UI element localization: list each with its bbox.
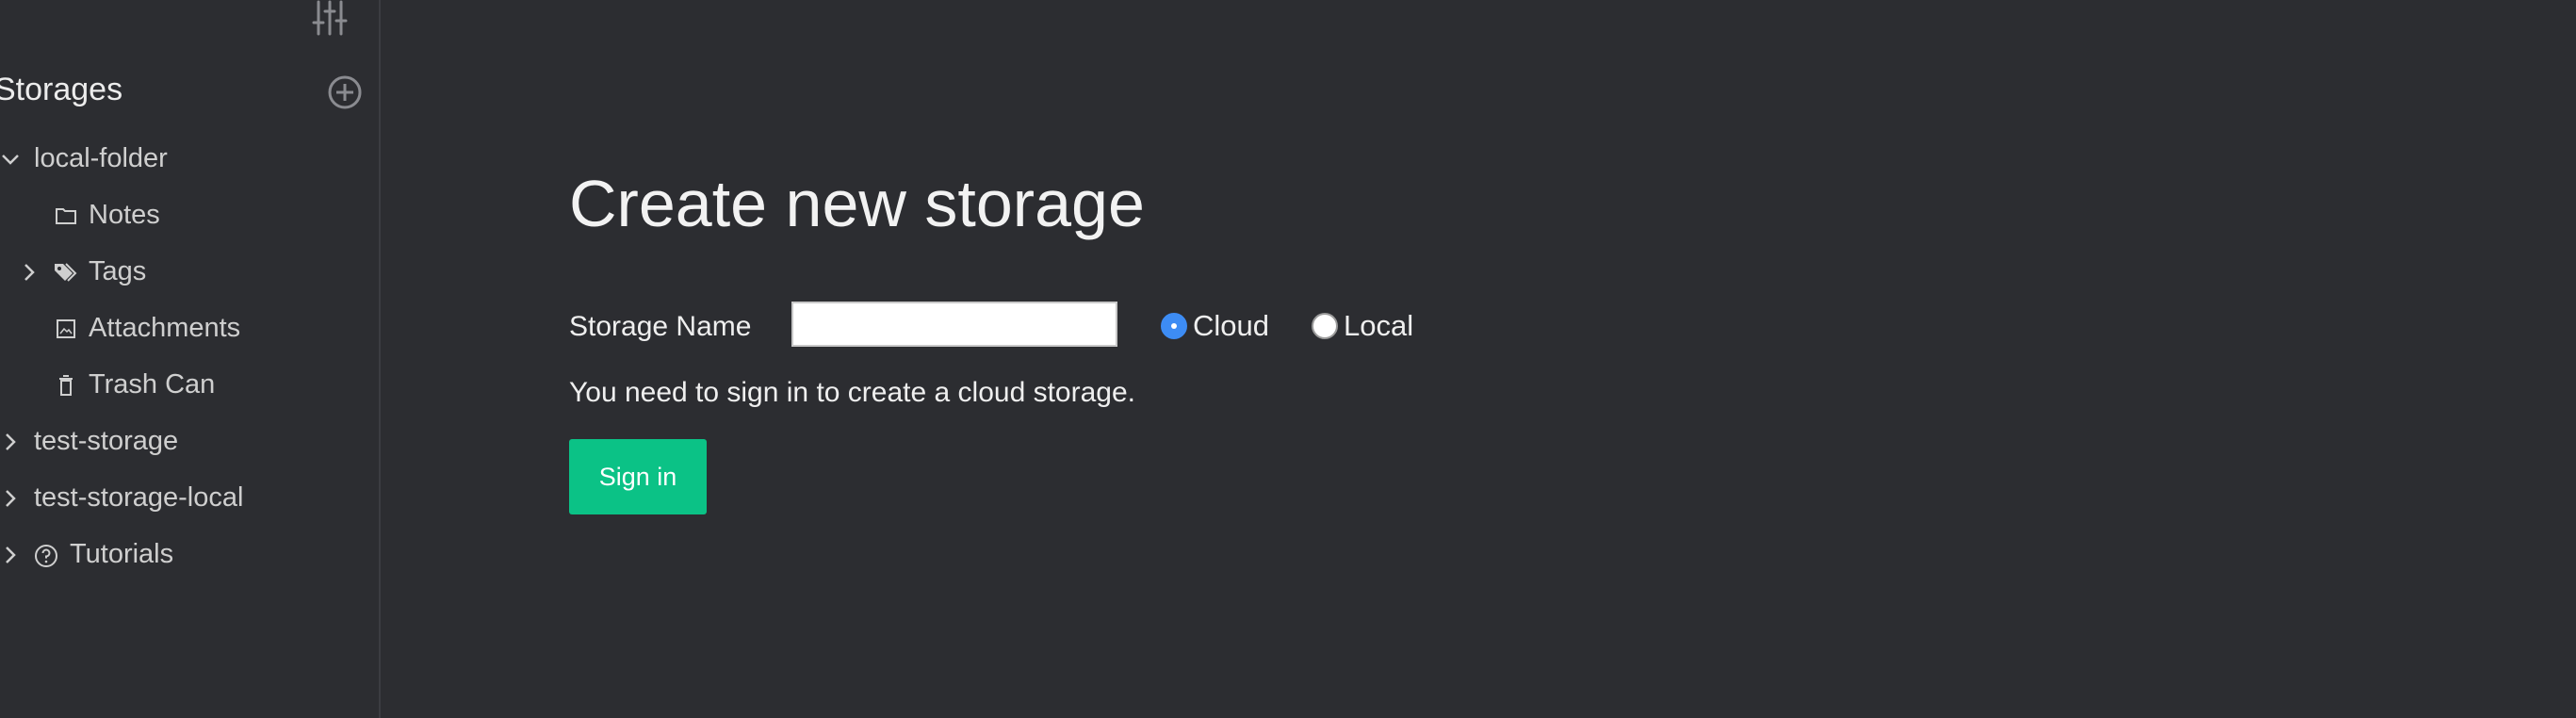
sidebar-item-label: test-storage-local <box>34 482 244 513</box>
sign-in-notice: You need to sign in to create a cloud st… <box>569 377 1135 408</box>
sign-in-button[interactable]: Sign in <box>569 439 707 514</box>
storage-form-row: Storage Name Cloud Local <box>569 300 1700 352</box>
chevron-right-icon[interactable] <box>19 262 40 283</box>
storages-header: Storages <box>0 68 379 115</box>
storage-name-label: Storage Name <box>569 311 752 342</box>
chevron-down-icon[interactable] <box>0 149 21 170</box>
cloud-radio-label[interactable]: Cloud <box>1193 309 1269 343</box>
sidebar-item-test-storage[interactable]: test-storage <box>0 418 379 465</box>
cloud-radio[interactable] <box>1161 313 1187 339</box>
storage-name-input[interactable] <box>791 302 1117 347</box>
sidebar-item-label: Trash Can <box>89 369 216 400</box>
sidebar-item-test-storage-local[interactable]: test-storage-local <box>0 475 379 522</box>
add-storage-button[interactable] <box>326 73 364 111</box>
help-circle-icon <box>34 544 57 567</box>
sidebar-item-label: Attachments <box>89 313 241 343</box>
sidebar-item-notes[interactable]: Notes <box>0 192 379 239</box>
local-radio[interactable] <box>1312 313 1338 339</box>
sidebar-item-label: Tags <box>89 256 147 286</box>
sidebar-item-label: local-folder <box>34 143 168 173</box>
sidebar-item-local-folder[interactable]: local-folder <box>0 136 379 183</box>
sidebar-item-trash-can[interactable]: Trash Can <box>0 362 379 409</box>
sidebar-item-tutorials[interactable]: Tutorials <box>0 531 379 579</box>
sidebar-item-label: Tutorials <box>70 539 174 569</box>
storages-title: Storages <box>0 72 123 107</box>
app-window: Storages local-folder Notes Tags Attachm… <box>0 0 2576 718</box>
sidebar-item-tags[interactable]: Tags <box>0 249 379 296</box>
add-circle-icon <box>328 75 362 109</box>
main-panel: Create new storage Storage Name Cloud Lo… <box>381 0 2576 718</box>
chevron-right-icon[interactable] <box>0 545 21 565</box>
sidebar: Storages local-folder Notes Tags Attachm… <box>0 0 381 718</box>
chevron-right-icon[interactable] <box>0 432 21 452</box>
image-icon <box>55 318 77 340</box>
sliders-icon[interactable] <box>311 0 349 38</box>
page-title: Create new storage <box>569 167 1145 240</box>
folder-icon <box>55 204 77 227</box>
local-radio-label[interactable]: Local <box>1344 309 1413 343</box>
sidebar-item-label: test-storage <box>34 426 179 456</box>
trash-icon <box>55 374 77 397</box>
sidebar-item-attachments[interactable]: Attachments <box>0 305 379 352</box>
tags-icon <box>53 261 77 284</box>
sidebar-item-label: Notes <box>89 200 160 230</box>
chevron-right-icon[interactable] <box>0 488 21 509</box>
